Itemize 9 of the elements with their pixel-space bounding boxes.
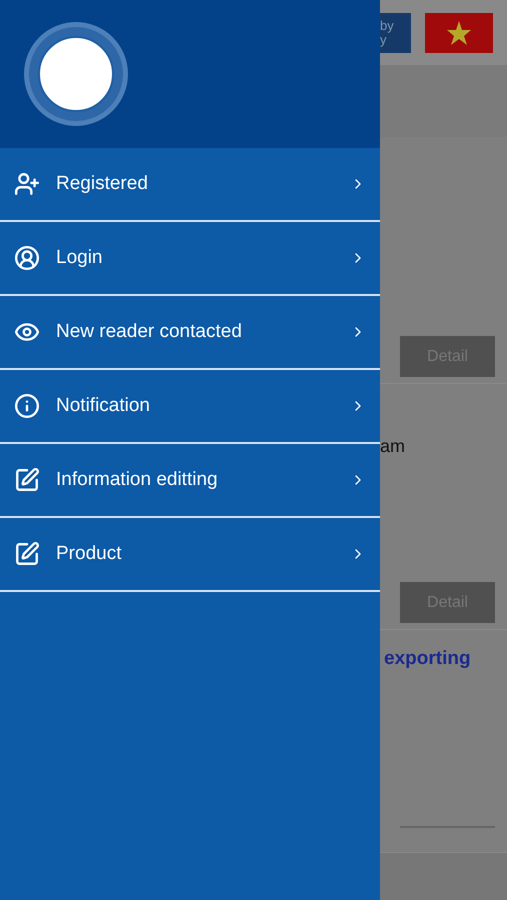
card-title: exporting <box>384 648 472 670</box>
top-button[interactable]: by y <box>380 12 411 52</box>
info-icon <box>14 393 40 419</box>
add-user-icon <box>14 171 40 197</box>
flag-icon[interactable] <box>425 12 493 52</box>
edit-icon <box>14 467 40 493</box>
card-text: am <box>380 436 406 457</box>
user-icon <box>14 245 40 271</box>
edit-icon <box>14 541 40 567</box>
